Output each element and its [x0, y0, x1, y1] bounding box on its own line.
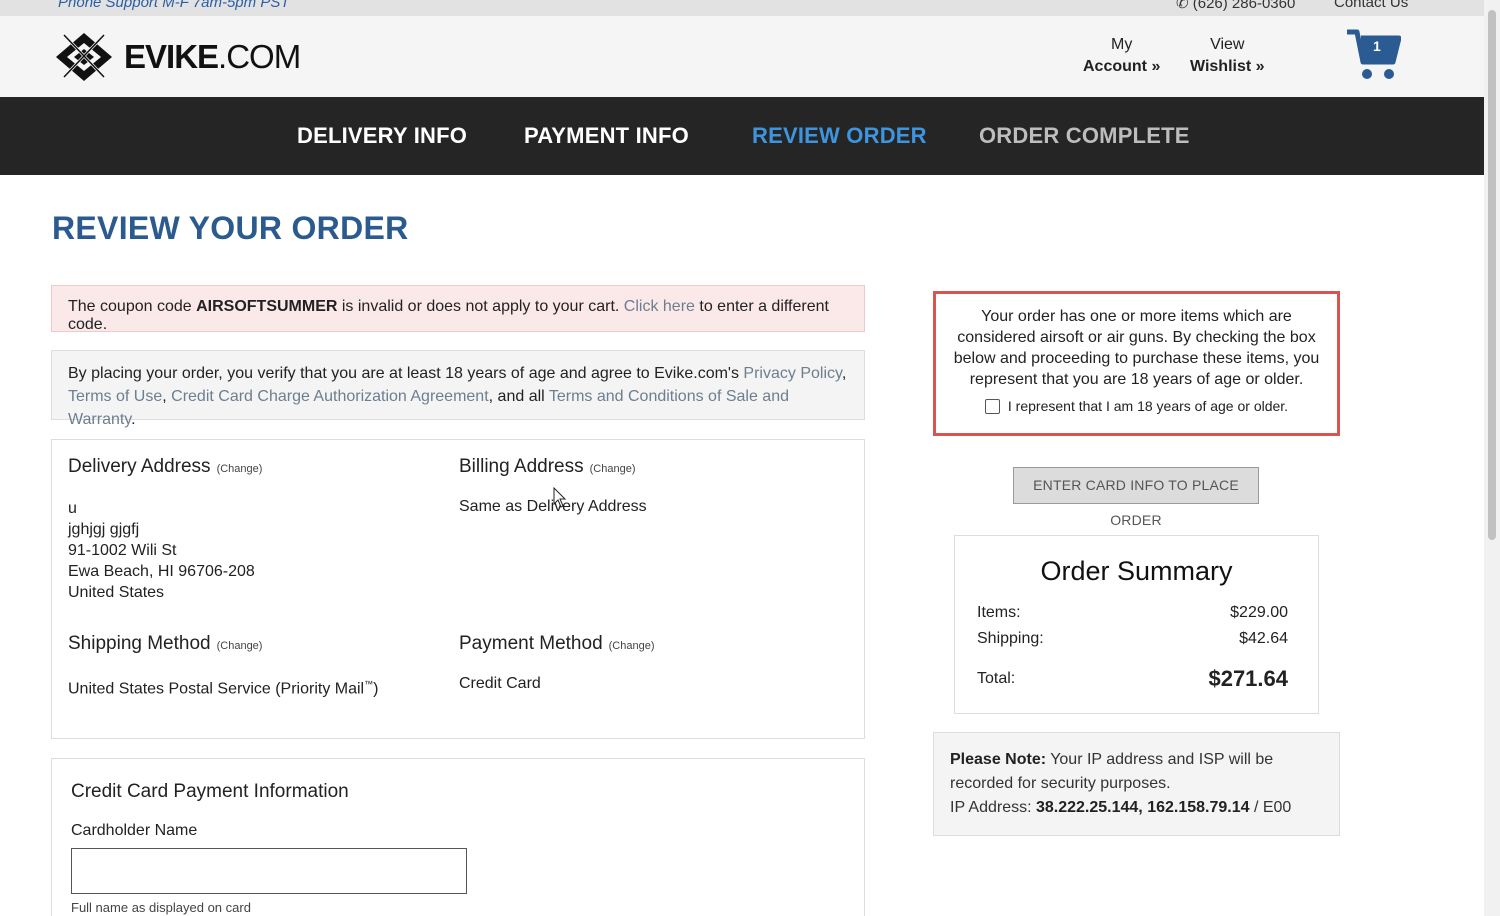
- place-order-button[interactable]: ENTER CARD INFO TO PLACE ORDER: [1013, 467, 1259, 528]
- order-summary: Order Summary Items: $229.00 Shipping: $…: [954, 535, 1319, 714]
- cart-count-badge: 1: [1373, 38, 1381, 54]
- coupon-code: AIRSOFTSUMMER: [196, 298, 338, 315]
- step-order-complete: ORDER COMPLETE: [979, 123, 1190, 148]
- ip-suffix: / E00: [1249, 799, 1292, 816]
- terms-comma2: ,: [162, 388, 172, 405]
- ip-security-note: Please Note: Your IP address and ISP wil…: [933, 732, 1340, 836]
- terms-pre: By placing your order, you verify that y…: [68, 365, 744, 382]
- step-delivery-info[interactable]: DELIVERY INFO: [297, 123, 467, 149]
- logo-domain: .COM: [218, 38, 301, 75]
- order-summary-title: Order Summary: [1040, 556, 1233, 586]
- billing-address-heading: Billing Address (Change): [459, 456, 635, 478]
- shipping-method-text: United States Postal Service (Priority M…: [68, 680, 365, 698]
- total-value: $271.64: [1208, 666, 1288, 691]
- scrollbar-thumb[interactable]: [1488, 10, 1496, 540]
- summary-items-row: Items: $229.00: [977, 604, 1288, 622]
- privacy-policy-link[interactable]: Privacy Policy: [743, 365, 841, 382]
- shopping-cart-icon: [1347, 29, 1402, 79]
- summary-shipping-row: Shipping: $42.64: [977, 630, 1288, 648]
- terms-comma1: ,: [841, 365, 847, 382]
- logo-emblem-icon: [56, 33, 112, 81]
- age-confirm-label[interactable]: I represent that I am 18 years of age or…: [1008, 396, 1288, 417]
- coupon-alert-mid: is invalid or does not apply to your car…: [337, 298, 624, 315]
- summary-total-row: Total: $271.64: [977, 666, 1288, 692]
- delivery-line: u: [68, 500, 77, 517]
- age-verification-box: Your order has one or more items which a…: [933, 291, 1340, 436]
- total-label: Total:: [977, 670, 1016, 687]
- change-shipping-link[interactable]: (Change): [217, 640, 263, 652]
- cardholder-name-label: Cardholder Name: [71, 822, 198, 839]
- shipping-method-close: ): [373, 680, 379, 698]
- ip-value: 38.222.25.144, 162.158.79.14: [1035, 799, 1250, 816]
- items-label: Items:: [977, 604, 1021, 621]
- step-payment-info[interactable]: PAYMENT INFO: [524, 123, 689, 149]
- shipping-label: Shipping:: [977, 630, 1044, 647]
- account-line2: Account »: [1083, 58, 1161, 75]
- delivery-line: Ewa Beach, HI 96706-208: [68, 563, 255, 580]
- delivery-line: United States: [68, 584, 165, 601]
- payment-method-value: Credit Card: [459, 675, 541, 692]
- delivery-line: jghjgj gjgfj: [68, 521, 140, 538]
- wishlist-line1: View: [1210, 36, 1245, 53]
- terms-agreement-notice: By placing your order, you verify that y…: [51, 350, 865, 428]
- age-verification-text: Your order has one or more items which a…: [953, 308, 1320, 388]
- cardholder-name-input[interactable]: [71, 848, 467, 894]
- terms-end: .: [131, 411, 136, 428]
- coupon-alert-pre: The coupon code: [68, 298, 197, 315]
- cardholder-name-help: Full name as displayed on card: [71, 900, 251, 915]
- contact-us-link[interactable]: Contact Us: [1334, 0, 1408, 11]
- cart-button[interactable]: 1: [1345, 28, 1402, 82]
- coupon-invalid-alert: The coupon code AIRSOFTSUMMER is invalid…: [51, 285, 865, 333]
- change-delivery-link[interactable]: (Change): [217, 463, 263, 475]
- shipping-value: $42.64: [1239, 630, 1288, 647]
- phone-number: (626) 286-0360: [1192, 0, 1296, 12]
- delivery-line: 91-1002 Wili St: [68, 542, 177, 559]
- cc-authorization-link[interactable]: Credit Card Charge Authorization Agreeme…: [171, 388, 489, 405]
- change-payment-link[interactable]: (Change): [609, 640, 655, 652]
- change-billing-link[interactable]: (Change): [590, 463, 636, 475]
- terms-of-use-link[interactable]: Terms of Use: [68, 388, 162, 405]
- cc-panel-title: Credit Card Payment Information: [71, 781, 349, 802]
- page-title: REVIEW YOUR ORDER: [52, 210, 409, 246]
- payment-method-heading: Payment Method (Change): [459, 633, 655, 655]
- shipping-method-title: Shipping Method: [68, 633, 211, 654]
- billing-address-title: Billing Address: [459, 456, 584, 477]
- logo-brand: EVIKE: [124, 38, 219, 75]
- checkout-steps-nav: DELIVERY INFO PAYMENT INFO REVIEW ORDER …: [0, 97, 1484, 175]
- note-label: Please Note:: [950, 751, 1047, 768]
- trademark-mark: ™: [364, 679, 374, 689]
- evike-logo[interactable]: EVIKE.COM: [50, 29, 301, 85]
- delivery-address-lines: u jghjgj gjgfj 91-1002 Wili St Ewa Beach…: [68, 498, 255, 603]
- shipping-method-heading: Shipping Method (Change): [68, 633, 262, 655]
- phone-support-hours: Phone Support M-F 7am-5pm PST: [58, 0, 290, 11]
- my-account-link[interactable]: My Account »: [1083, 34, 1160, 78]
- step-review-order: REVIEW ORDER: [752, 123, 927, 148]
- wishlist-line2: Wishlist »: [1190, 58, 1265, 75]
- order-details-panel: Delivery Address (Change) u jghjgj gjgfj …: [51, 439, 865, 739]
- delivery-address-title: Delivery Address: [68, 456, 211, 477]
- shipping-method-value: United States Postal Service (Priority M…: [68, 679, 378, 698]
- age-confirm-checkbox[interactable]: [984, 399, 1000, 414]
- items-value: $229.00: [1230, 604, 1288, 621]
- credit-card-panel: Credit Card Payment Information Cardhold…: [51, 758, 865, 916]
- payment-method-title: Payment Method: [459, 633, 603, 654]
- mouse-pointer-icon: [553, 487, 567, 508]
- phone-number-link[interactable]: ✆ (626) 286-0360: [1176, 0, 1295, 12]
- account-line1: My: [1111, 36, 1133, 53]
- terms-and-all: , and all: [488, 388, 549, 405]
- ip-label: IP Address:: [950, 799, 1036, 816]
- view-wishlist-link[interactable]: View Wishlist »: [1190, 34, 1265, 78]
- age-confirm-row[interactable]: I represent that I am 18 years of age or…: [946, 396, 1327, 417]
- site-header: EVIKE.COM My Account » View Wishlist » 1: [0, 16, 1484, 97]
- logo-text: EVIKE.COM: [124, 38, 301, 76]
- page-scrollbar[interactable]: [1484, 0, 1500, 916]
- top-utility-bar: Phone Support M-F 7am-5pm PST ✆ (626) 28…: [0, 0, 1484, 16]
- enter-different-code-link[interactable]: Click here: [624, 298, 695, 315]
- delivery-address-heading: Delivery Address (Change): [68, 456, 262, 478]
